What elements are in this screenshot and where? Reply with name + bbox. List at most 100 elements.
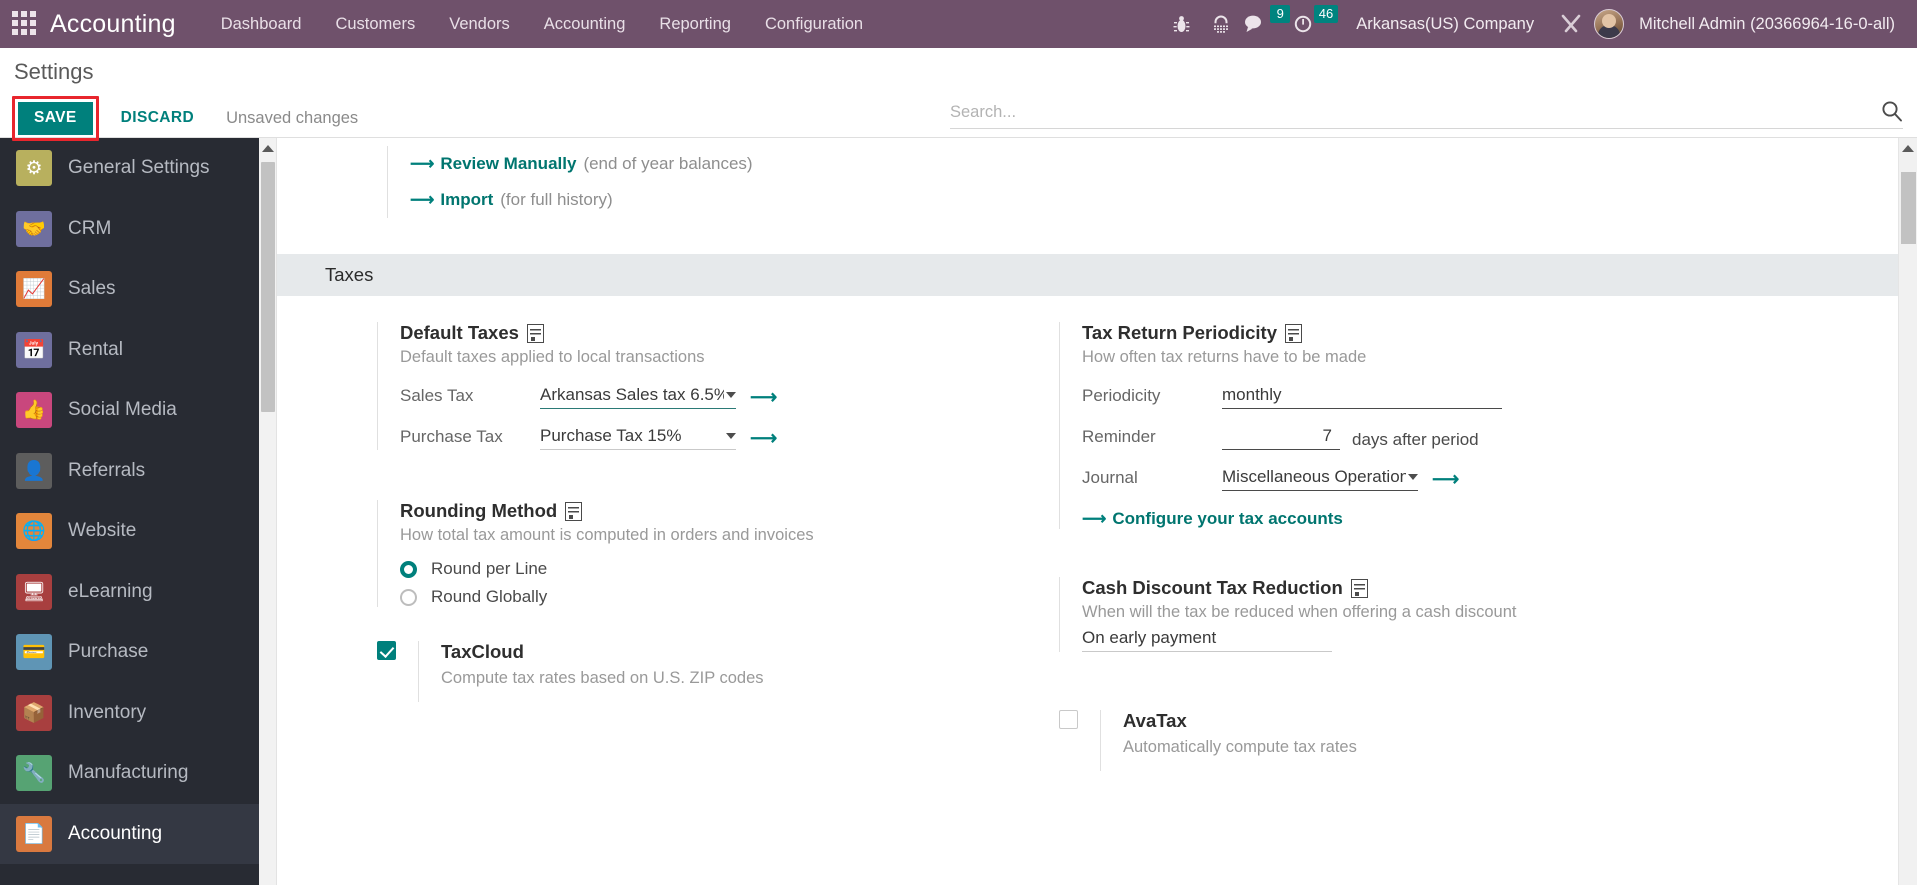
arrow-right-icon: ⟶ <box>410 190 435 209</box>
save-button[interactable]: SAVE <box>18 102 93 135</box>
round-per-line-option[interactable]: Round per Line <box>400 559 987 579</box>
company-scope-icon <box>565 501 583 521</box>
rounding-method-block: Rounding Method How total tax amount is … <box>377 500 987 607</box>
menu-vendors[interactable]: Vendors <box>432 0 527 48</box>
activities-counter[interactable]: 46 <box>1294 5 1339 34</box>
radio-round-globally[interactable] <box>400 588 417 606</box>
menu-accounting[interactable]: Accounting <box>527 0 643 48</box>
chevron-down-icon[interactable] <box>1408 474 1418 480</box>
purchase-tax-select[interactable]: Purchase Tax 15% <box>540 426 736 450</box>
sidebar-item-general-settings[interactable]: ⚙ General Settings <box>0 138 259 199</box>
save-button-highlight: SAVE <box>12 96 99 141</box>
arrow-right-icon: ⟶ <box>1082 509 1107 528</box>
journal-select[interactable]: Miscellaneous Operations <box>1222 467 1418 491</box>
app-brand-title[interactable]: Accounting <box>50 10 176 39</box>
review-manually-link[interactable]: Review Manually <box>440 154 576 174</box>
sales-tax-select[interactable]: Arkansas Sales tax 6.5% (S <box>540 385 736 409</box>
search-input[interactable] <box>950 103 1881 122</box>
user-menu[interactable]: Mitchell Admin (20366964-16-0-all) <box>1639 15 1903 34</box>
menu-dashboard[interactable]: Dashboard <box>204 0 319 48</box>
periodicity-row: Periodicity monthly <box>1082 381 1697 409</box>
menu-customers[interactable]: Customers <box>318 0 432 48</box>
periodicity-value[interactable]: monthly <box>1222 385 1502 409</box>
menu-reporting[interactable]: Reporting <box>642 0 748 48</box>
avatax-checkbox[interactable] <box>1059 710 1078 729</box>
sales-tax-row: Sales Tax Arkansas Sales tax 6.5% (S ⟶ <box>400 381 987 409</box>
arrow-right-icon: ⟶ <box>410 154 435 173</box>
sidebar-item-social-media[interactable]: 👍 Social Media <box>0 380 259 441</box>
reminder-label: Reminder <box>1082 427 1156 446</box>
scrollbar-thumb[interactable] <box>261 162 275 412</box>
messages-badge: 9 <box>1270 5 1291 23</box>
round-per-line-label: Round per Line <box>431 559 548 578</box>
sidebar-item-inventory[interactable]: 📦 Inventory <box>0 683 259 744</box>
import-row: ⟶ Import (for full history) <box>387 182 1898 218</box>
taxcloud-checkbox[interactable] <box>377 641 396 660</box>
menu-configuration[interactable]: Configuration <box>748 0 880 48</box>
sidebar-item-manufacturing[interactable]: 🔧 Manufacturing <box>0 743 259 804</box>
taxes-section-title: Taxes <box>325 264 374 285</box>
app-body: ⚙ General Settings 🤝 CRM 📈 Sales 📅 Rental 👍 Socia… <box>0 138 1917 885</box>
activities-badge: 46 <box>1313 5 1339 23</box>
taxes-settings-grid: Default Taxes Default taxes applied to l… <box>277 296 1898 771</box>
sidebar-item-crm[interactable]: 🤝 CRM <box>0 199 259 260</box>
rounding-method-subtitle: How total tax amount is computed in orde… <box>400 526 814 544</box>
purchase-tax-internal-link[interactable]: ⟶ <box>750 429 777 450</box>
reminder-suffix-label: days after period <box>1352 430 1479 449</box>
search-icon[interactable] <box>1881 100 1903 122</box>
company-switcher[interactable]: Arkansas(US) Company <box>1342 15 1548 34</box>
radio-round-per-line[interactable] <box>400 560 417 578</box>
scroll-up-arrow-icon[interactable] <box>262 145 274 152</box>
sidebar-item-sales[interactable]: 📈 Sales <box>0 259 259 320</box>
page-scrollbar-thumb[interactable] <box>1901 172 1916 244</box>
bug-icon[interactable] <box>1164 7 1198 41</box>
sidebar-item-elearning[interactable]: 🖥 eLearning <box>0 562 259 623</box>
taxcloud-title-text: TaxCloud <box>441 641 524 662</box>
periodicity-label: Periodicity <box>1082 386 1161 405</box>
sidebar-item-label: General Settings <box>68 157 210 179</box>
page-scrollbar[interactable] <box>1898 138 1917 885</box>
cash-discount-block: Cash Discount Tax Reduction When will th… <box>1059 577 1697 652</box>
cash-discount-value[interactable]: On early payment <box>1082 628 1332 652</box>
search-bar[interactable] <box>950 100 1903 129</box>
settings-sidebar-scrollbar[interactable] <box>259 138 277 885</box>
discard-button[interactable]: DISCARD <box>111 102 204 135</box>
chevron-down-icon[interactable] <box>726 433 736 439</box>
import-link[interactable]: Import <box>440 190 493 210</box>
sidebar-item-rental[interactable]: 📅 Rental <box>0 320 259 381</box>
sales-tax-internal-link[interactable]: ⟶ <box>750 388 777 409</box>
sidebar-item-website[interactable]: 🌐 Website <box>0 501 259 562</box>
avatax-subtitle: Automatically compute tax rates <box>1123 738 1357 756</box>
gear-icon: ⚙ <box>16 150 52 187</box>
configure-tax-accounts-link[interactable]: Configure your tax accounts <box>1112 509 1342 529</box>
round-globally-option[interactable]: Round Globally <box>400 587 987 607</box>
sidebar-item-referrals[interactable]: 👤 Referrals <box>0 441 259 502</box>
scroll-up-arrow-icon[interactable] <box>1902 145 1914 152</box>
calendar-icon: 📅 <box>16 331 52 368</box>
default-taxes-block: Default Taxes Default taxes applied to l… <box>377 322 987 450</box>
journal-internal-link[interactable]: ⟶ <box>1432 470 1459 491</box>
journal-value: Miscellaneous Operations <box>1222 467 1406 486</box>
headset-icon[interactable] <box>1204 7 1238 41</box>
credit-card-icon: 💳 <box>16 634 52 671</box>
tax-return-periodicity-block: Tax Return Periodicity How often tax ret… <box>1059 322 1697 529</box>
sales-tax-value: Arkansas Sales tax 6.5% (S <box>540 385 724 404</box>
sidebar-item-label: Rental <box>68 338 123 360</box>
tools-icon[interactable] <box>1554 7 1588 41</box>
handshake-icon: 🤝 <box>16 210 52 247</box>
sidebar-item-accounting[interactable]: 📄 Accounting <box>0 803 259 864</box>
taxcloud-block: TaxCloud Compute tax rates based on U.S.… <box>377 641 987 702</box>
taxes-right-column: Tax Return Periodicity How often tax ret… <box>987 322 1697 771</box>
wrench-icon: 🔧 <box>16 755 52 792</box>
chat-bubble-icon <box>1245 15 1262 32</box>
reminder-input[interactable]: 7 <box>1222 426 1340 450</box>
sidebar-item-purchase[interactable]: 💳 Purchase <box>0 622 259 683</box>
chevron-down-icon[interactable] <box>726 392 736 398</box>
settings-sidebar: ⚙ General Settings 🤝 CRM 📈 Sales 📅 Rental 👍 Socia… <box>0 138 259 885</box>
review-manually-note: (end of year balances) <box>583 154 753 173</box>
rounding-method-title: Rounding Method <box>400 500 987 522</box>
messages-counter[interactable]: 9 <box>1244 5 1291 34</box>
apps-grid-icon[interactable] <box>12 11 38 37</box>
avatar[interactable] <box>1594 9 1625 39</box>
company-scope-icon <box>1350 578 1368 598</box>
